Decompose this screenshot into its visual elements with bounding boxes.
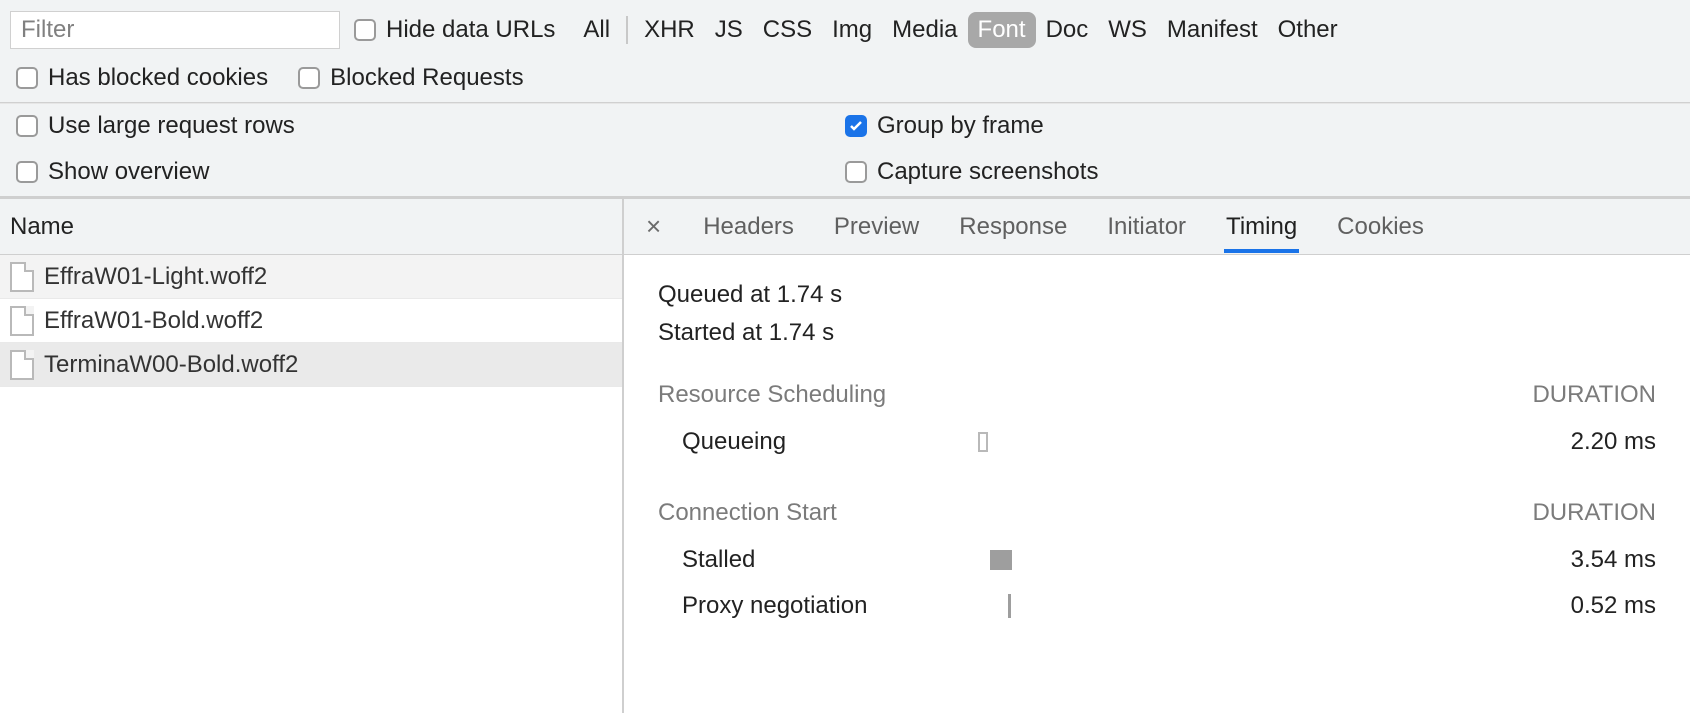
request-name: TerminaW00-Bold.woff2 [44, 351, 298, 379]
request-row[interactable]: TerminaW00-Bold.woff2 [0, 343, 622, 387]
tab-headers[interactable]: Headers [701, 201, 796, 253]
type-filter-font[interactable]: Font [968, 12, 1036, 48]
capture-screenshots-label: Capture screenshots [877, 158, 1098, 186]
blocked-requests-label: Blocked Requests [330, 64, 523, 92]
file-icon [10, 262, 34, 292]
checkbox-icon [298, 67, 320, 89]
group-by-frame-checkbox[interactable]: Group by frame [845, 112, 1674, 140]
started-at: Started at 1.74 s [658, 319, 1656, 347]
timing-section-header: Resource Scheduling DURATION [658, 381, 1656, 409]
large-rows-label: Use large request rows [48, 112, 295, 140]
type-filter-img[interactable]: Img [822, 12, 882, 48]
checkbox-icon [16, 67, 38, 89]
timing-row-value: 0.52 ms [1318, 592, 1656, 620]
hide-data-urls-checkbox[interactable]: Hide data URLs [354, 16, 555, 44]
large-rows-checkbox[interactable]: Use large request rows [16, 112, 845, 140]
timing-bar [958, 594, 1318, 618]
queued-at: Queued at 1.74 s [658, 281, 1656, 309]
tab-cookies[interactable]: Cookies [1335, 201, 1426, 253]
timing-row: Proxy negotiation 0.52 ms [658, 583, 1656, 629]
tab-response[interactable]: Response [957, 201, 1069, 253]
request-name: EffraW01-Bold.woff2 [44, 307, 263, 335]
file-icon [10, 350, 34, 380]
type-filter-all[interactable]: All [573, 12, 620, 48]
type-filter-manifest[interactable]: Manifest [1157, 12, 1268, 48]
checkbox-icon [845, 161, 867, 183]
type-filter-doc[interactable]: Doc [1036, 12, 1099, 48]
timing-bar [958, 430, 1318, 454]
hide-data-urls-label: Hide data URLs [386, 16, 555, 44]
timing-row-label: Queueing [658, 428, 958, 456]
show-overview-label: Show overview [48, 158, 209, 186]
options-bar: Use large request rows Group by frame Sh… [0, 103, 1690, 199]
duration-label: DURATION [1532, 499, 1656, 527]
duration-label: DURATION [1532, 381, 1656, 409]
has-blocked-cookies-label: Has blocked cookies [48, 64, 268, 92]
section-title: Resource Scheduling [658, 381, 886, 409]
timing-row: Queueing 2.20 ms [658, 419, 1656, 465]
close-icon[interactable]: × [642, 211, 665, 242]
capture-screenshots-checkbox[interactable]: Capture screenshots [845, 158, 1674, 186]
type-filter-xhr[interactable]: XHR [634, 12, 705, 48]
timing-bar [958, 548, 1318, 572]
show-overview-checkbox[interactable]: Show overview [16, 158, 845, 186]
detail-pane: × Headers Preview Response Initiator Timing C… [624, 199, 1690, 713]
filter-toolbar: Hide data URLs All XHRJSCSSImgMediaFontDo… [0, 0, 1690, 103]
list-header-name[interactable]: Name [0, 199, 622, 255]
timing-section-header: Connection Start DURATION [658, 499, 1656, 527]
tab-timing[interactable]: Timing [1224, 201, 1299, 253]
blocked-requests-checkbox[interactable]: Blocked Requests [298, 64, 523, 92]
request-name: EffraW01-Light.woff2 [44, 263, 267, 291]
type-filter-other[interactable]: Other [1268, 12, 1348, 48]
has-blocked-cookies-checkbox[interactable]: Has blocked cookies [16, 64, 268, 92]
type-separator [626, 16, 628, 44]
filter-input[interactable] [10, 11, 340, 49]
file-icon [10, 306, 34, 336]
checkbox-icon [16, 161, 38, 183]
type-filter-css[interactable]: CSS [753, 12, 822, 48]
type-filter-js[interactable]: JS [705, 12, 753, 48]
group-by-frame-label: Group by frame [877, 112, 1044, 140]
timing-row-value: 3.54 ms [1318, 546, 1656, 574]
section-title: Connection Start [658, 499, 837, 527]
request-row[interactable]: EffraW01-Bold.woff2 [0, 299, 622, 343]
tab-initiator[interactable]: Initiator [1105, 201, 1188, 253]
checkbox-icon [845, 115, 867, 137]
tab-preview[interactable]: Preview [832, 201, 921, 253]
timing-row: Stalled 3.54 ms [658, 537, 1656, 583]
checkbox-icon [354, 19, 376, 41]
request-row[interactable]: EffraW01-Light.woff2 [0, 255, 622, 299]
timing-row-value: 2.20 ms [1318, 428, 1656, 456]
detail-tabs: × Headers Preview Response Initiator Timing C… [624, 199, 1690, 255]
type-filter-list: All XHRJSCSSImgMediaFontDocWSManifestOthe… [573, 12, 1347, 48]
type-filter-media[interactable]: Media [882, 12, 967, 48]
checkbox-icon [16, 115, 38, 137]
timing-row-label: Stalled [658, 546, 958, 574]
request-list-pane: Name EffraW01-Light.woff2 EffraW01-Bold.w… [0, 199, 624, 713]
timing-row-label: Proxy negotiation [658, 592, 958, 620]
type-filter-ws[interactable]: WS [1098, 12, 1157, 48]
